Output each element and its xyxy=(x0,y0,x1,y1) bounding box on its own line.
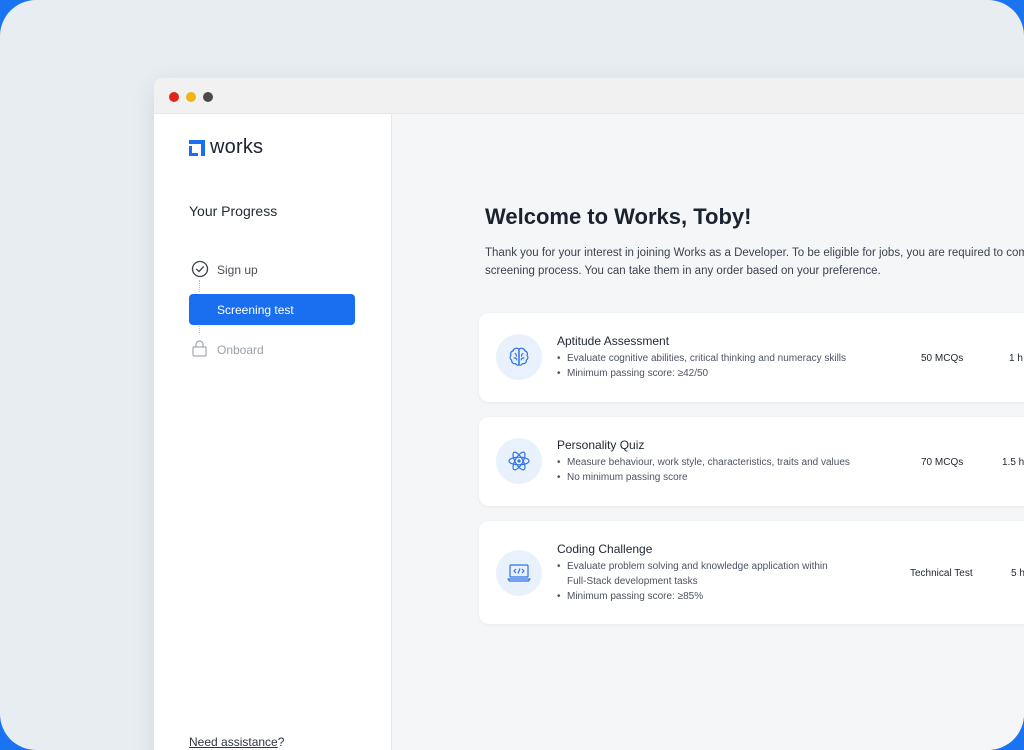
test-format: 50 MCQs xyxy=(921,353,964,364)
sidebar: works Your Progress Sign up Screening te… xyxy=(154,114,392,750)
minimize-window-button[interactable] xyxy=(186,92,196,102)
test-format: 70 MCQs xyxy=(921,457,964,468)
card-title: Aptitude Assessment xyxy=(557,334,670,348)
progress-title: Your Progress xyxy=(189,203,278,219)
step-label: Sign up xyxy=(217,262,258,277)
card-bullets: Measure behaviour, work style, character… xyxy=(557,455,850,485)
card-bullet: Evaluate problem solving and knowledge a… xyxy=(557,559,828,574)
maximize-window-button[interactable] xyxy=(203,92,213,102)
card-bullet-continuation: Full-Stack development tasks xyxy=(567,576,698,587)
card-title: Personality Quiz xyxy=(557,438,645,452)
test-card-personality[interactable]: Personality Quiz Measure behaviour, work… xyxy=(479,417,1024,506)
step-onboard[interactable]: Onboard xyxy=(189,334,355,365)
atom-icon xyxy=(508,451,530,471)
step-label: Screening test xyxy=(217,302,294,317)
browser-window: works Your Progress Sign up Screening te… xyxy=(154,78,1024,750)
works-logo[interactable]: works xyxy=(189,136,263,159)
intro-text: Thank you for your interest in joining W… xyxy=(485,244,1024,280)
logo-text: works xyxy=(210,136,264,158)
works-logo-icon xyxy=(189,139,205,156)
step-label: Onboard xyxy=(217,342,264,357)
test-duration: 1 h xyxy=(1009,353,1023,364)
test-duration: 5 h xyxy=(1011,568,1024,579)
card-bullet: Minimum passing score: ≥85% xyxy=(557,589,828,604)
card-bullets: Evaluate cognitive abilities, critical t… xyxy=(557,351,846,381)
step-sign-up[interactable]: Sign up xyxy=(189,254,355,285)
test-format: Technical Test xyxy=(910,568,973,579)
card-title: Coding Challenge xyxy=(557,542,653,556)
intro-line-1: Thank you for your interest in joining W… xyxy=(485,247,1024,259)
window-titlebar xyxy=(154,78,1024,114)
need-assistance: Need assistance? xyxy=(189,735,284,749)
intro-line-2: screening process. You can take them in … xyxy=(485,265,881,277)
card-icon-wrap xyxy=(496,550,542,596)
card-bullet: Evaluate cognitive abilities, critical t… xyxy=(557,351,846,366)
brain-icon xyxy=(509,347,529,366)
card-bullet: No minimum passing score xyxy=(557,470,850,485)
step-screening-test[interactable]: Screening test xyxy=(189,294,355,325)
card-bullets: Evaluate problem solving and knowledge a… xyxy=(557,559,828,604)
help-suffix: ? xyxy=(277,735,285,749)
laptop-code-icon xyxy=(507,564,531,582)
need-assistance-link[interactable]: Need assistance xyxy=(189,735,278,749)
main-content: Welcome to Works, Toby! Thank you for yo… xyxy=(393,114,1024,750)
screenshot-frame: works Your Progress Sign up Screening te… xyxy=(0,0,1024,750)
progress-steps: Sign up Screening test Onboard xyxy=(189,254,355,365)
card-icon-wrap xyxy=(496,438,542,484)
card-icon-wrap xyxy=(496,334,542,380)
test-card-aptitude[interactable]: Aptitude Assessment Evaluate cognitive a… xyxy=(479,313,1024,402)
test-duration: 1.5 h xyxy=(1002,457,1024,468)
card-bullet: Minimum passing score: ≥42/50 xyxy=(557,366,846,381)
check-circle-icon xyxy=(191,260,209,278)
card-bullet: Measure behaviour, work style, character… xyxy=(557,455,850,470)
close-window-button[interactable] xyxy=(169,92,179,102)
test-card-coding[interactable]: Coding Challenge Evaluate problem solvin… xyxy=(479,521,1024,624)
page-title: Welcome to Works, Toby! xyxy=(485,204,752,229)
lock-icon xyxy=(192,340,207,357)
